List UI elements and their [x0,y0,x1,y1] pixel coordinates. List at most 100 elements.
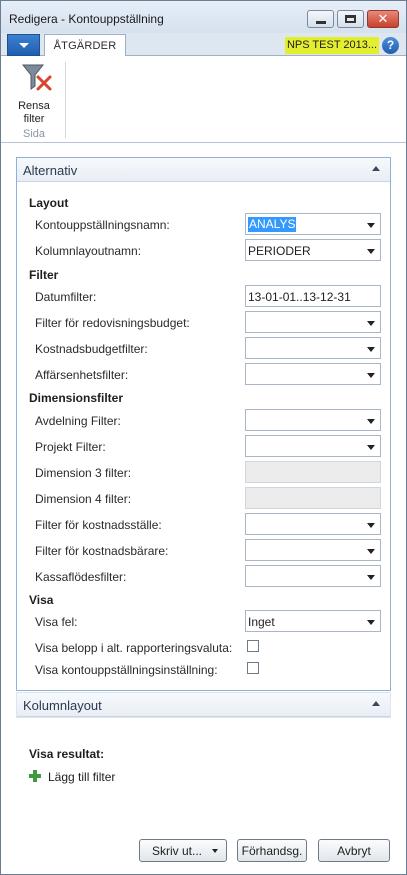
dim3-filter-input [245,461,381,483]
business-unit-filter-row: Affärsenhetsfilter: [17,363,390,387]
options-fasttab: Alternativ Layout Kontouppställningsnamn… [16,157,391,691]
show-alt-currency-label: Visa belopp i alt. rapporteringsvaluta: [35,641,233,655]
chevron-up-icon[interactable] [372,701,380,706]
print-button-label: Skriv ut... [152,843,203,858]
options-fasttab-header[interactable]: Alternativ [17,158,390,182]
dim4-filter-input [245,487,381,509]
dropdown-arrow-icon[interactable] [367,419,375,424]
dropdown-arrow-icon[interactable] [367,445,375,450]
cost-budget-filter-label: Kostnadsbudgetfilter: [35,342,148,356]
dropdown-arrow-icon[interactable] [367,321,375,326]
cost-center-filter-row: Filter för kostnadsställe: [17,513,390,537]
column-layout-fasttab-title: Kolumnlayout [23,698,102,713]
dropdown-arrow-icon[interactable] [367,620,375,625]
dropdown-arrow-icon[interactable] [367,575,375,580]
application-menu-button[interactable] [7,34,40,56]
account-schedule-name-select[interactable]: ANALYS [245,213,381,235]
cost-center-filter-select[interactable] [245,513,381,535]
date-filter-row: Datumfilter: 13-01-01..13-12-31 [17,285,390,309]
department-filter-row: Avdelning Filter: [17,409,390,433]
dim4-filter-label: Dimension 4 filter: [35,492,132,506]
column-layout-name-value: PERIODER [248,244,311,258]
column-layout-name-select[interactable]: PERIODER [245,239,381,261]
show-error-value: Inget [248,615,275,629]
tab-actions[interactable]: ÅTGÄRDER [44,34,126,57]
cost-object-filter-row: Filter för kostnadsbärare: [17,539,390,563]
dropdown-arrow-icon[interactable] [367,523,375,528]
date-filter-label: Datumfilter: [35,290,97,304]
clear-filter-label-line2: filter [23,113,45,125]
clear-filter-label: Rensa filter [9,100,59,126]
show-error-row: Visa fel: Inget [17,610,390,634]
cash-flow-filter-row: Kassaflödesfilter: [17,565,390,589]
project-filter-select[interactable] [245,435,381,457]
clear-filter-label-line1: Rensa [18,100,50,112]
cancel-button-label: Avbryt [337,843,371,858]
date-filter-input[interactable]: 13-01-01..13-12-31 [245,285,381,307]
print-button[interactable]: Skriv ut... [139,839,227,862]
dim3-filter-row: Dimension 3 filter: [17,461,390,485]
clear-filter-button[interactable]: Rensa filter [9,60,61,126]
dim3-filter-label: Dimension 3 filter: [35,466,132,480]
show-alt-currency-checkbox[interactable] [247,640,259,652]
chevron-up-icon[interactable] [372,166,380,171]
account-schedule-name-value: ANALYS [248,217,297,232]
cash-flow-filter-select[interactable] [245,565,381,587]
filter-heading: Filter [29,268,59,282]
project-filter-label: Projekt Filter: [35,440,106,454]
cost-object-filter-select[interactable] [245,539,381,561]
preview-button-label: Förhandsg. [241,843,303,858]
plus-icon [29,770,41,782]
maximize-button[interactable] [337,10,364,28]
title-bar: Redigera - Kontouppställning ✕ [1,1,406,33]
budget-filter-label: Filter för redovisningsbudget: [35,316,190,330]
account-schedule-name-row: Kontouppställningsnamn: ANALYS [17,213,390,237]
dialog-body: Alternativ Layout Kontouppställningsnamn… [1,143,406,874]
ribbon: Rensa filter Sida [1,56,406,143]
show-setup-label: Visa kontouppställningsinställning: [35,663,218,677]
ribbon-group-page: Rensa filter Sida [9,60,63,140]
results-heading: Visa resultat: [29,747,105,761]
show-error-label: Visa fel: [35,615,78,629]
show-error-select[interactable]: Inget [245,610,381,632]
column-layout-fasttab-header[interactable]: Kolumnlayout [17,693,390,717]
close-button[interactable]: ✕ [367,10,399,28]
department-filter-select[interactable] [245,409,381,431]
cost-budget-filter-select[interactable] [245,337,381,359]
ribbon-separator [65,62,66,138]
minimize-icon [315,20,326,24]
dropdown-arrow-icon[interactable] [367,373,375,378]
show-setup-checkbox[interactable] [247,662,259,674]
company-badge[interactable]: NPS TEST 2013... [285,37,379,54]
cancel-button[interactable]: Avbryt [318,839,390,862]
business-unit-filter-select[interactable] [245,363,381,385]
maximize-icon [345,15,356,23]
help-icon[interactable]: ? [382,37,399,54]
dim4-filter-row: Dimension 4 filter: [17,487,390,511]
minimize-button[interactable] [307,10,334,28]
add-filter-label[interactable]: Lägg till filter [48,770,115,784]
business-unit-filter-label: Affärsenhetsfilter: [35,368,129,382]
cost-center-filter-label: Filter för kostnadsställe: [35,518,162,532]
dialog-window: Redigera - Kontouppställning ✕ ÅTGÄRDER … [0,0,407,875]
preview-button[interactable]: Förhandsg. [237,839,307,862]
show-alt-currency-row: Visa belopp i alt. rapporteringsvaluta: [17,636,390,660]
cost-budget-filter-row: Kostnadsbudgetfilter: [17,337,390,361]
date-filter-value: 13-01-01..13-12-31 [248,290,351,304]
dimension-filter-heading: Dimensionsfilter [29,391,124,405]
column-layout-fasttab: Kolumnlayout [16,692,391,718]
dropdown-arrow-icon[interactable] [367,549,375,554]
budget-filter-select[interactable] [245,311,381,333]
clear-filter-icon [21,64,52,91]
dropdown-arrow-icon[interactable] [212,849,218,853]
close-icon: ✕ [377,11,389,27]
options-fasttab-title: Alternativ [23,163,78,178]
project-filter-row: Projekt Filter: [17,435,390,459]
dropdown-arrow-icon[interactable] [367,249,375,254]
budget-filter-row: Filter för redovisningsbudget: [17,311,390,335]
column-layout-name-label: Kolumnlayoutnamn: [35,244,142,258]
layout-heading: Layout [29,196,69,210]
dropdown-arrow-icon[interactable] [367,223,375,228]
dropdown-arrow-icon[interactable] [367,347,375,352]
column-layout-name-row: Kolumnlayoutnamn: PERIODER [17,239,390,263]
